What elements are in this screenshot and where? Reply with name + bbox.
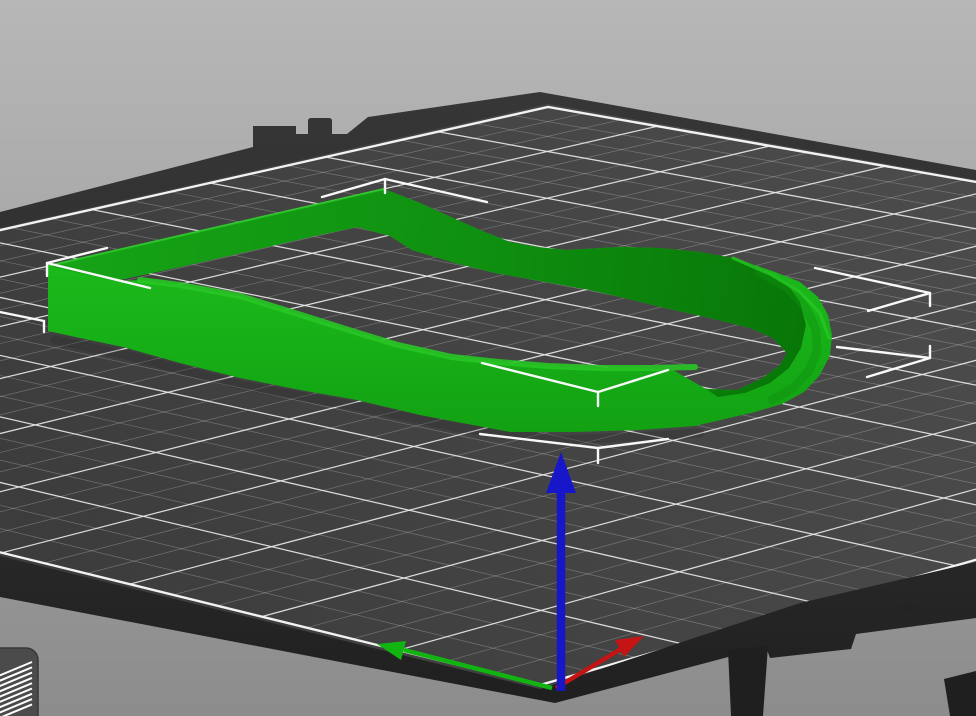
plate-foot-left [728,646,768,716]
layer-stack-icon[interactable] [0,647,39,716]
3d-viewport[interactable] [0,0,976,716]
